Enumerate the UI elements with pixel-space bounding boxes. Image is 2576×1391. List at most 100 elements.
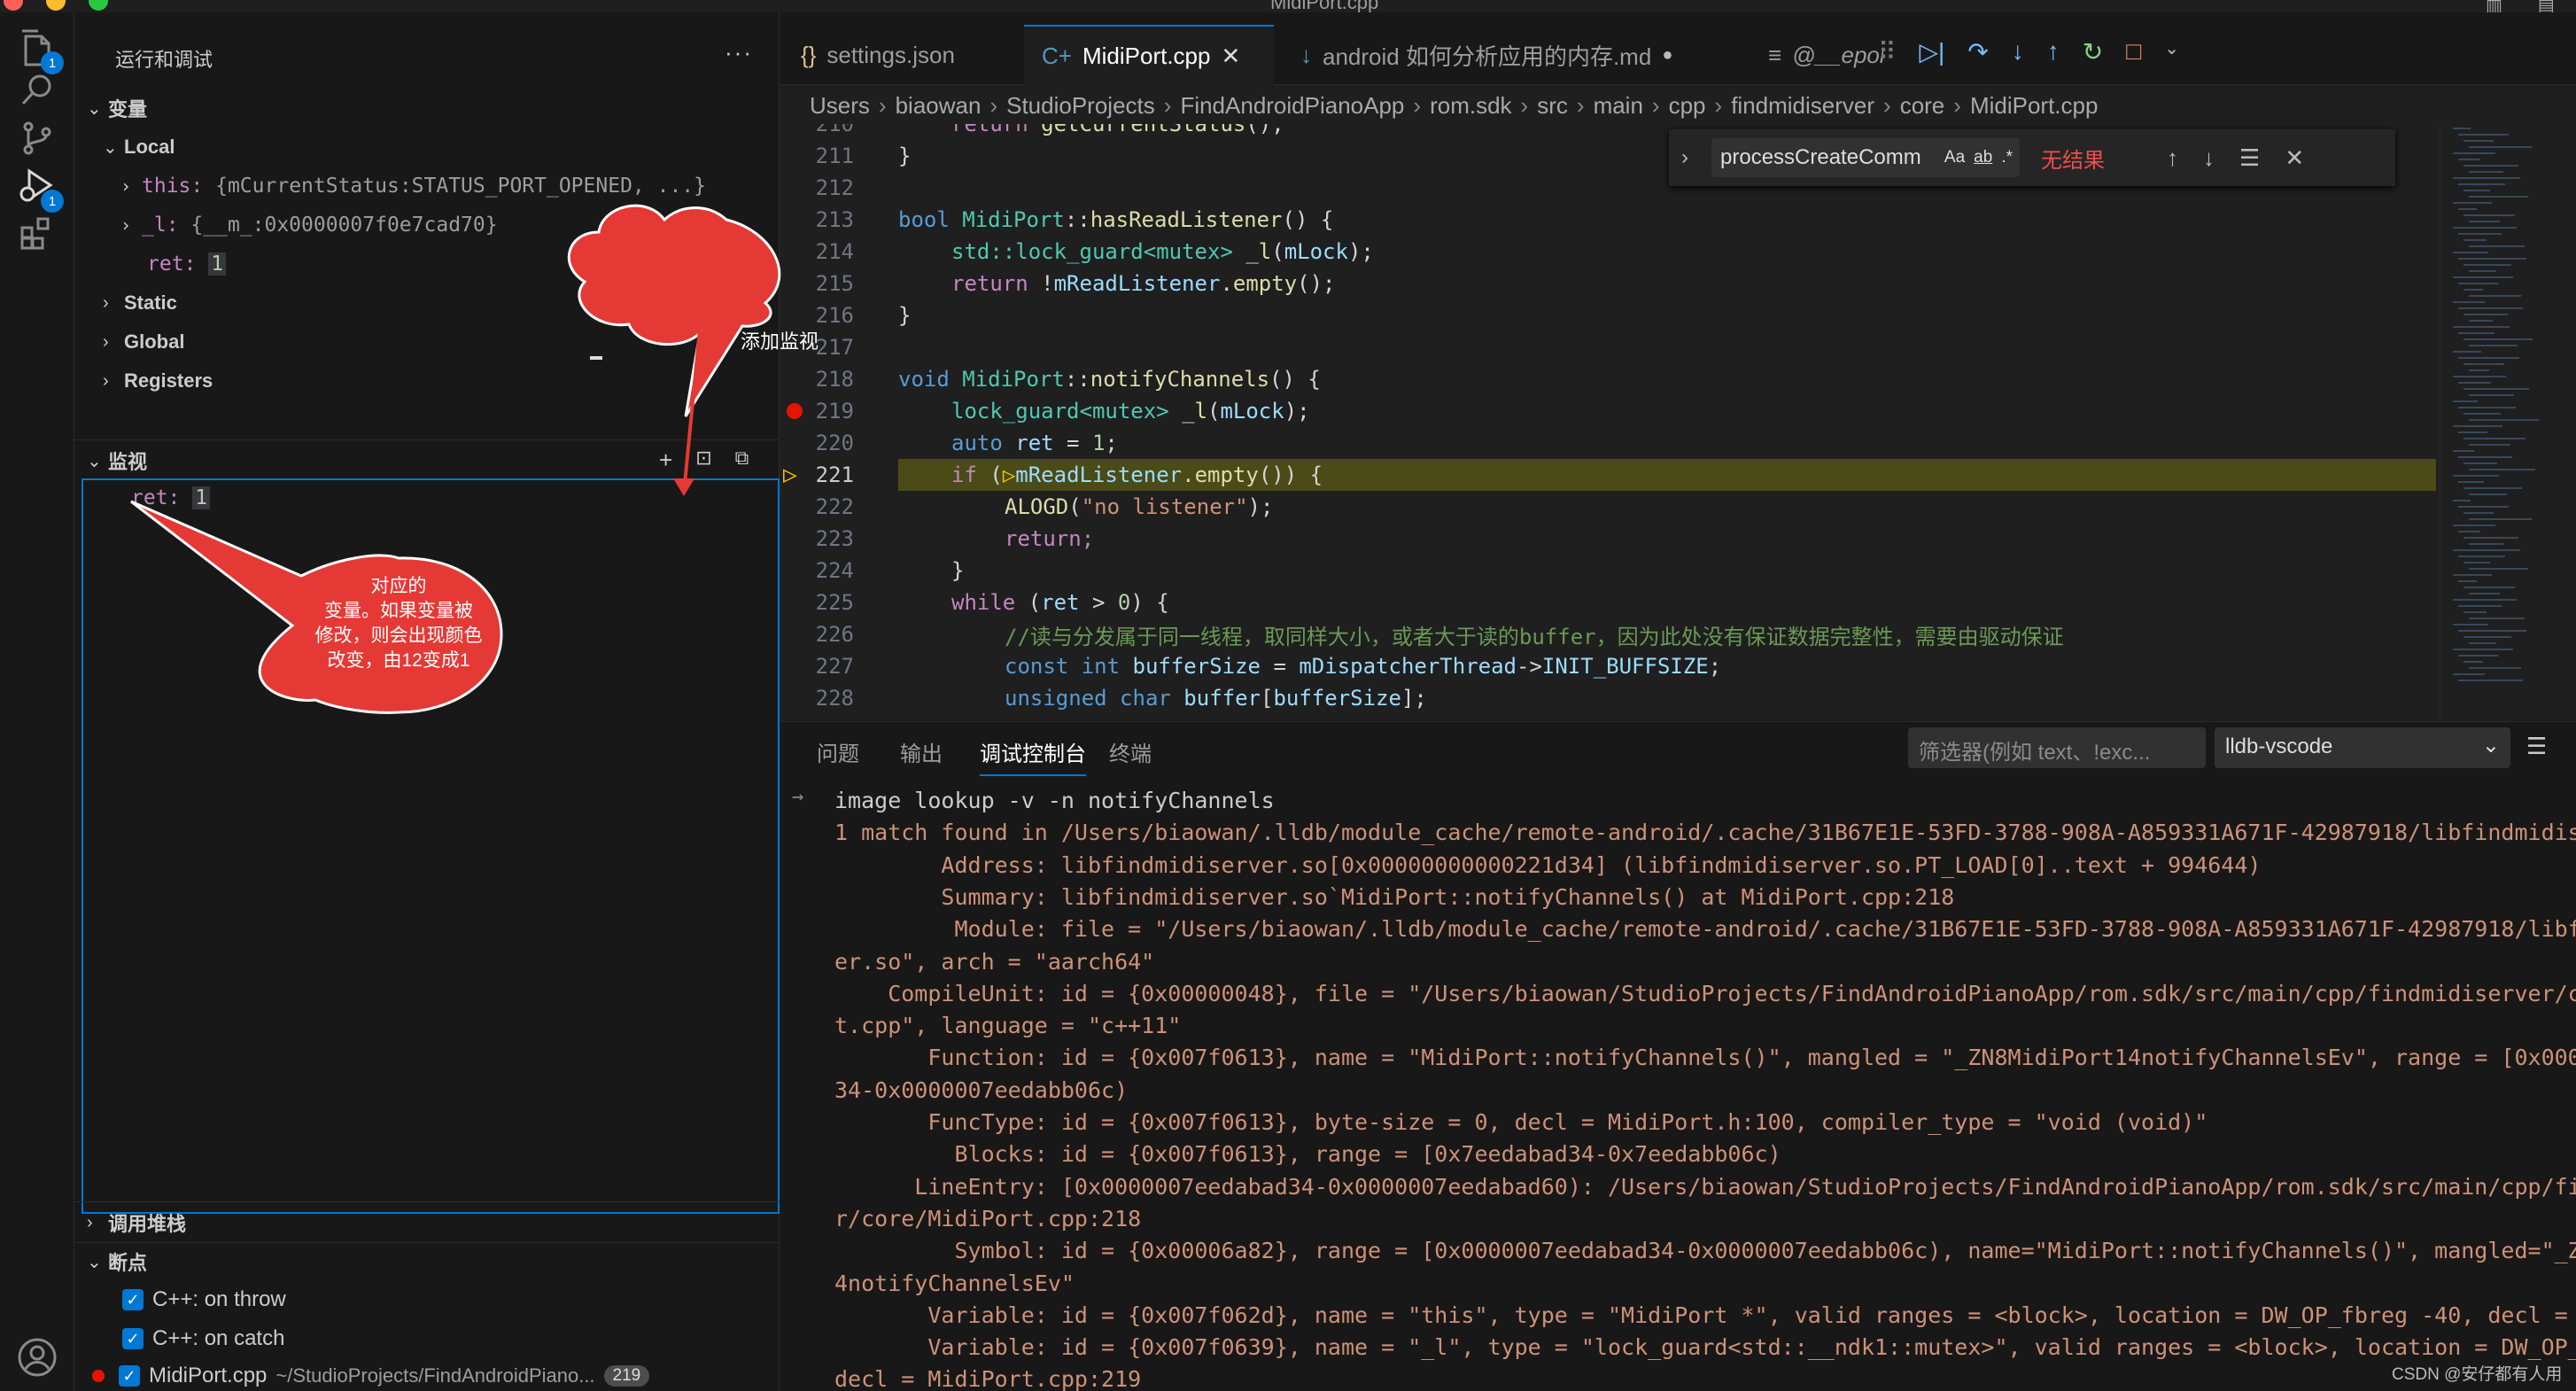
- minimap-line: [2458, 580, 2477, 582]
- variable-l[interactable]: › _l: {__m_:0x0000007f0e7cad70}: [120, 207, 498, 243]
- step-into-icon[interactable]: ↓: [2012, 37, 2024, 66]
- variable-this[interactable]: › this: {mCurrentStatus:STATUS_PORT_OPEN…: [120, 168, 706, 204]
- global-scope[interactable]: › Global: [103, 324, 184, 360]
- find-in-selection-icon[interactable]: ☰: [2239, 144, 2260, 172]
- zoom-window-icon[interactable]: [89, 0, 108, 11]
- extensions-icon[interactable]: [14, 209, 60, 255]
- step-out-icon[interactable]: ↑: [2047, 37, 2060, 66]
- match-case-icon[interactable]: Aa: [1944, 148, 1965, 167]
- checkbox-checked-icon[interactable]: ✓: [122, 1328, 144, 1349]
- tab-midiport-cpp[interactable]: C+ MidiPort.cpp ✕: [1024, 25, 1274, 85]
- minimap-line: [2463, 165, 2518, 167]
- tab-problems[interactable]: 问题: [817, 736, 859, 767]
- variable-ret[interactable]: ret: 1: [147, 246, 227, 282]
- breadcrumb-item[interactable]: core: [1900, 92, 1945, 119]
- minimap-line: [2458, 382, 2491, 384]
- next-match-icon[interactable]: ↓: [2203, 144, 2215, 172]
- unsaved-dot-icon[interactable]: ●: [1662, 45, 1672, 66]
- find-input[interactable]: processCreateComm Aa ab .*: [1711, 138, 2020, 177]
- breadcrumb-item[interactable]: biaowan: [896, 92, 982, 119]
- drag-handle-icon[interactable]: ⠿: [1878, 37, 1897, 66]
- breadcrumb-item[interactable]: rom.sdk: [1430, 92, 1511, 119]
- explorer-icon[interactable]: 1: [14, 25, 64, 74]
- regex-icon[interactable]: .*: [2001, 148, 2013, 167]
- chevron-down-icon[interactable]: ⌄: [2164, 37, 2179, 66]
- continue-icon[interactable]: ▷|: [1920, 37, 1945, 66]
- run-debug-icon[interactable]: 1: [14, 163, 64, 213]
- match-word-icon[interactable]: ab: [1974, 148, 1992, 167]
- close-icon[interactable]: ✕: [1221, 43, 1240, 70]
- breadcrumb-item[interactable]: MidiPort.cpp: [1970, 92, 2099, 119]
- breadcrumb-separator-icon: ›: [1651, 92, 1660, 119]
- minimap-line: [2453, 574, 2492, 576]
- minimap-line: [2469, 444, 2510, 446]
- tab-output[interactable]: 输出: [900, 736, 943, 767]
- breakpoints-section-header[interactable]: ⌄ 断点: [87, 1244, 147, 1279]
- tab-terminal[interactable]: 终端: [1109, 736, 1152, 767]
- breakpoint-item[interactable]: ✓ C++: on catch: [122, 1320, 284, 1357]
- tab-settings-json[interactable]: {} settings.json: [783, 25, 1015, 85]
- refresh-icon[interactable]: ⊡: [695, 447, 711, 474]
- more-actions-icon[interactable]: ···: [725, 39, 753, 66]
- minimap-line: [2463, 487, 2522, 489]
- source-control-icon[interactable]: [14, 115, 60, 161]
- debugger-select[interactable]: lldb-vscode ⌄: [2215, 727, 2510, 768]
- toggle-replace-icon[interactable]: ›: [1681, 145, 1688, 170]
- minimap-line: [2463, 214, 2515, 216]
- breadcrumb-item[interactable]: findmidiserver: [1731, 92, 1874, 119]
- step-over-icon[interactable]: ↷: [1967, 37, 1988, 66]
- breadcrumb-item[interactable]: StudioProjects: [1006, 92, 1155, 119]
- watch-item-ret[interactable]: ret: 1: [131, 480, 211, 516]
- minimap-line: [2453, 252, 2488, 253]
- checkbox-checked-icon[interactable]: ✓: [119, 1365, 140, 1387]
- minimap-line: [2453, 351, 2481, 353]
- breadcrumb-item[interactable]: src: [1537, 92, 1568, 119]
- breadcrumb-item[interactable]: FindAndroidPianoApp: [1180, 92, 1404, 119]
- minimap-line: [2453, 227, 2517, 229]
- console-output-line: Summary: libfindmidiserver.so`MidiPort::…: [834, 883, 1955, 910]
- breakpoint-dot-icon: [92, 1370, 105, 1382]
- breadcrumb-item[interactable]: cpp: [1669, 92, 1706, 119]
- breakpoint-item[interactable]: ✓ MidiPort.cpp ~/StudioProjects/FindAndr…: [92, 1357, 650, 1391]
- console-output-line: Variable: id = {0x007f062d}, name = "thi…: [834, 1302, 2568, 1328]
- registers-scope[interactable]: › Registers: [103, 363, 213, 399]
- stop-icon[interactable]: □: [2126, 37, 2141, 66]
- watch-section-header[interactable]: ⌄ 监视: [87, 443, 147, 478]
- debug-console-output[interactable]: → image lookup -v -n notifyChannels 1 matc…: [780, 786, 2576, 1391]
- minimap-line: [2453, 128, 2471, 129]
- minimap-line: [2463, 314, 2508, 315]
- local-scope[interactable]: ⌄ Local: [103, 129, 175, 165]
- minimap-line: [2469, 493, 2507, 495]
- window-controls[interactable]: [4, 0, 108, 11]
- collapse-all-icon[interactable]: ⧉: [735, 447, 749, 474]
- tab-android-memory-md[interactable]: ↓ android 如何分析应用的内存.md ●: [1283, 25, 1743, 85]
- callstack-section-header[interactable]: › 调用堆栈: [87, 1205, 186, 1240]
- tab-epoll[interactable]: ≡ @__epoll_: [1750, 25, 1883, 85]
- console-filter-input[interactable]: 筛选器(例如 text、!exc...: [1908, 727, 2206, 768]
- console-command: image lookup -v -n notifyChannels: [834, 788, 1275, 813]
- editor-area: {} settings.json C+ MidiPort.cpp ✕ ↓ and…: [780, 12, 2576, 721]
- close-window-icon[interactable]: [4, 0, 23, 11]
- minimap-line: [2463, 512, 2494, 514]
- minimap-line: [2463, 388, 2529, 390]
- account-icon[interactable]: [14, 1334, 60, 1380]
- checkbox-checked-icon[interactable]: ✓: [122, 1289, 144, 1310]
- code-editor[interactable]: 210 return getCurrentStatus(); 211} 212 2…: [780, 124, 2436, 719]
- add-expression-icon[interactable]: +: [659, 447, 672, 474]
- minimap[interactable]: [2440, 124, 2576, 719]
- close-icon[interactable]: ✕: [2285, 144, 2304, 172]
- minimize-window-icon[interactable]: [46, 0, 66, 11]
- clear-console-icon[interactable]: ☰: [2526, 733, 2547, 760]
- static-scope[interactable]: › Static: [103, 285, 177, 321]
- breadcrumb-item[interactable]: Users: [810, 92, 870, 119]
- restart-icon[interactable]: ↻: [2083, 37, 2103, 66]
- minimap-line: [2458, 456, 2512, 458]
- chevron-down-icon: ⌄: [103, 137, 118, 158]
- breadcrumb-item[interactable]: main: [1594, 92, 1643, 119]
- breakpoint-item[interactable]: ✓ C++: on throw: [122, 1281, 286, 1318]
- variables-section-header[interactable]: ⌄ 变量: [87, 90, 147, 126]
- tab-debug-console[interactable]: 调试控制台: [980, 736, 1086, 776]
- previous-match-icon[interactable]: ↑: [2167, 144, 2178, 172]
- code-token: return: [951, 124, 1042, 136]
- search-icon[interactable]: [14, 67, 60, 113]
